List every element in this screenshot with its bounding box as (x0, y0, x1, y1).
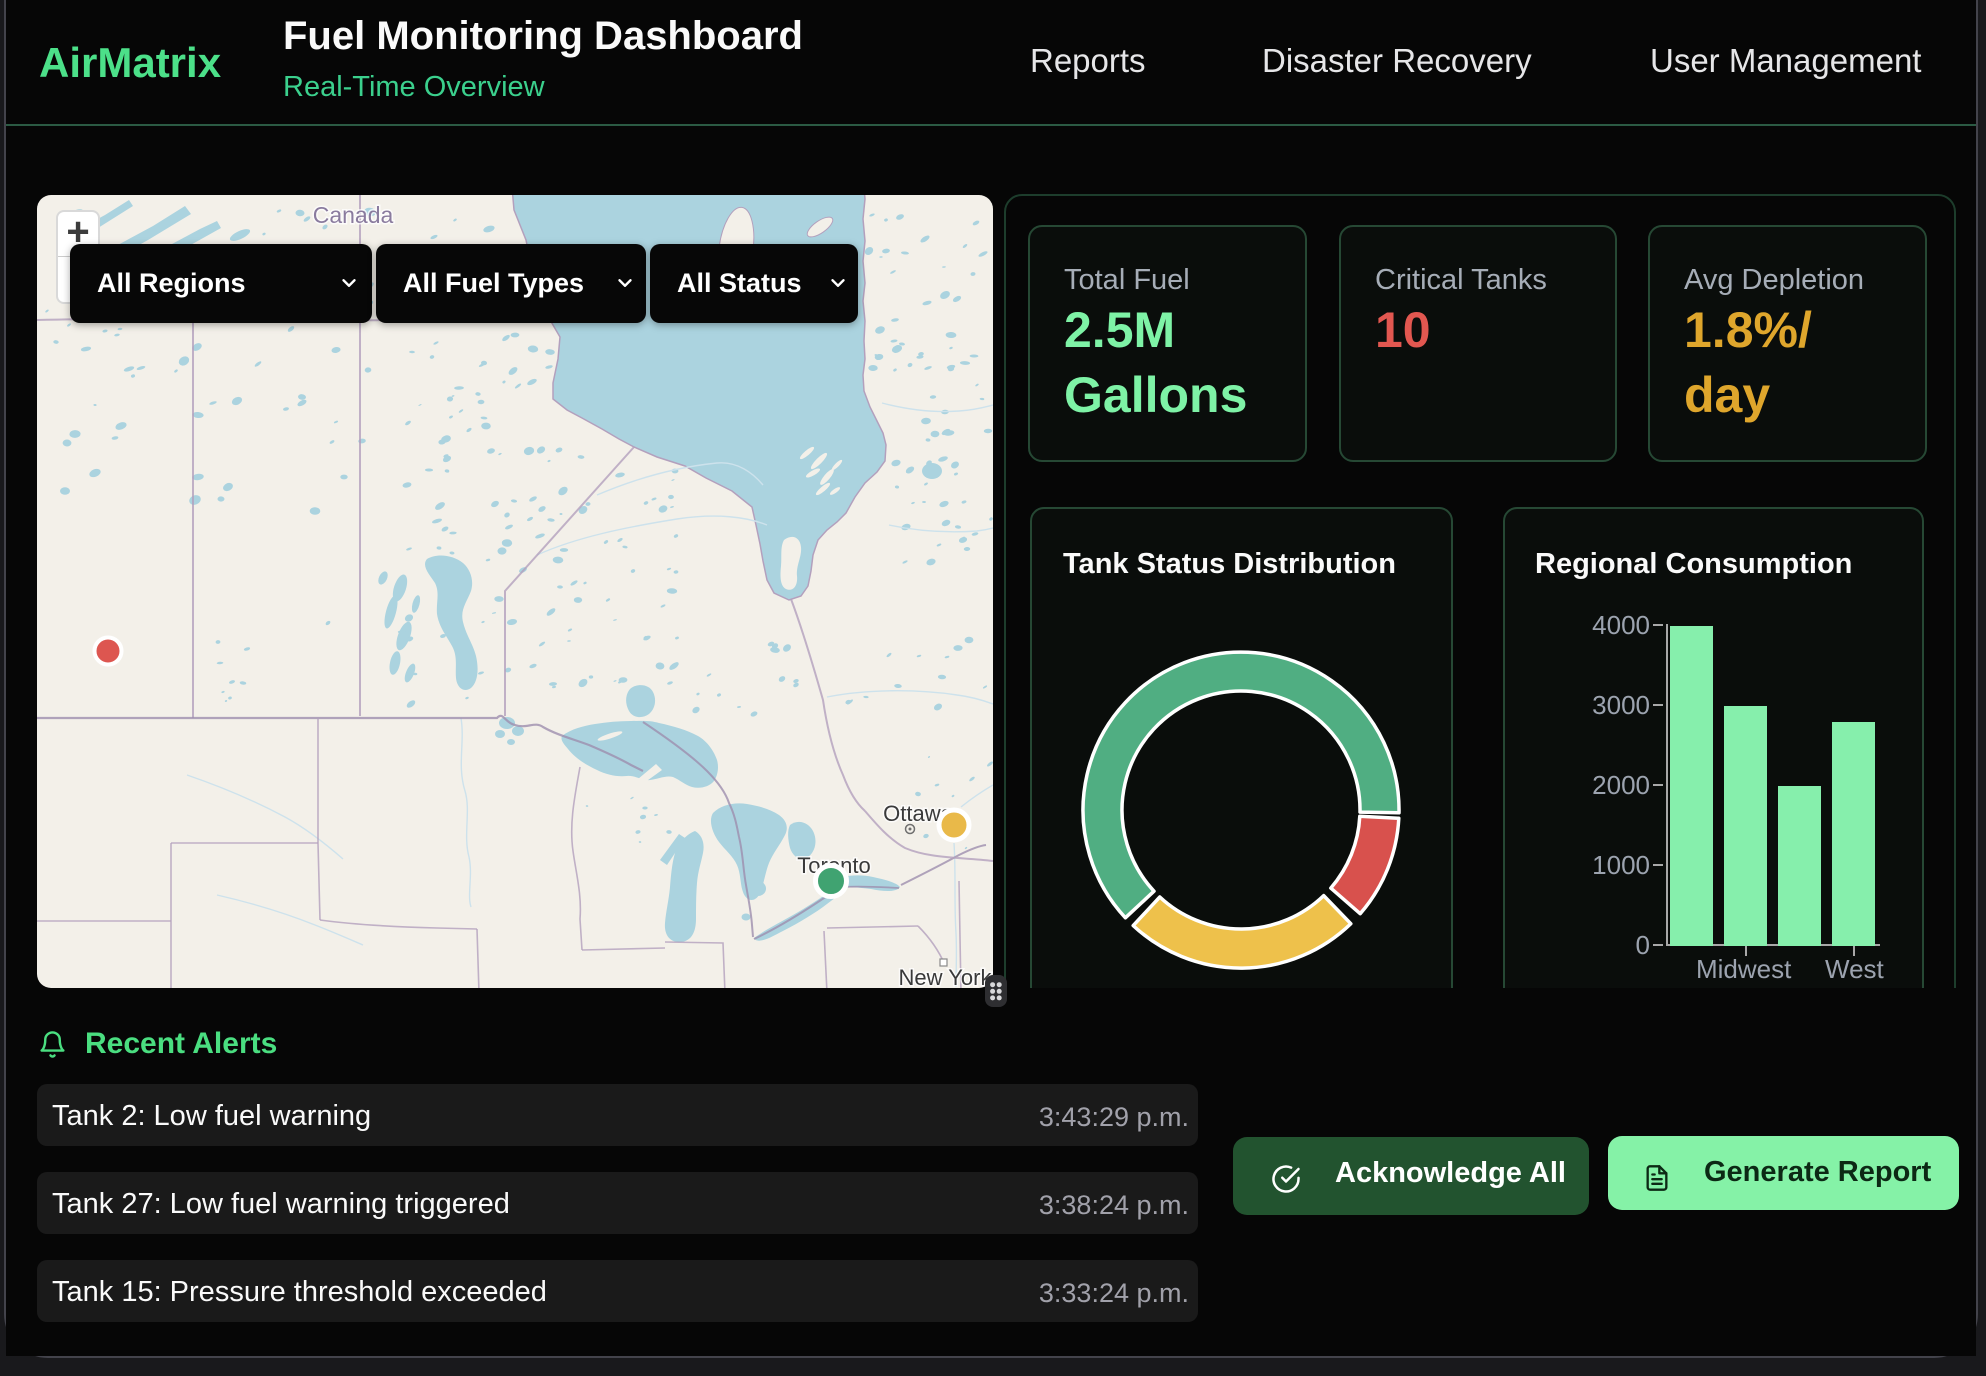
svg-text:Canada: Canada (313, 202, 394, 228)
svg-text:New York: New York (899, 965, 993, 988)
